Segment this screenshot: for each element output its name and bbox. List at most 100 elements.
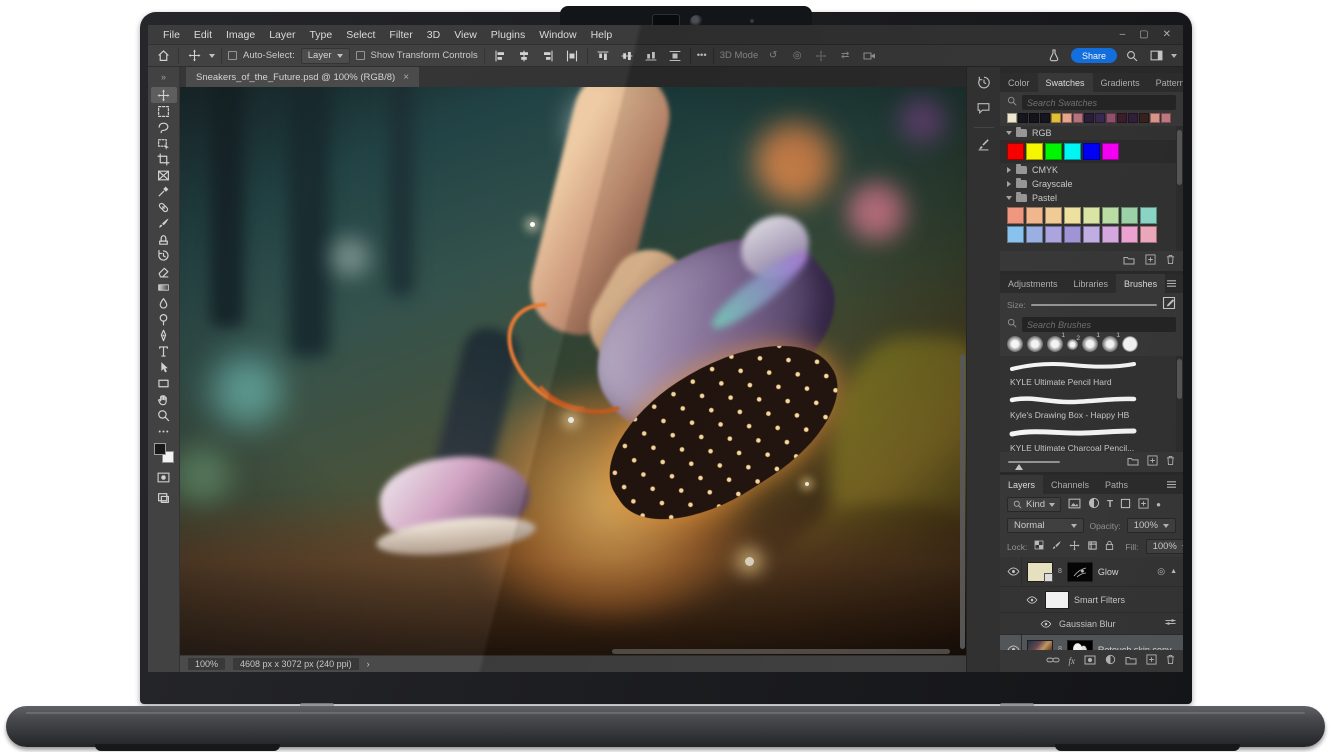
brushes-search-input[interactable] (1022, 317, 1176, 332)
swatch-group-cmyk[interactable]: CMYK (1000, 163, 1183, 177)
menu-help[interactable]: Help (584, 29, 620, 41)
swatch[interactable] (1106, 113, 1116, 123)
tab-swatches[interactable]: Swatches (1038, 73, 1093, 92)
document-tab[interactable]: Sneakers_of_the_Future.psd @ 100% (RGB/8… (186, 67, 419, 87)
align-left-edges-icon[interactable] (491, 48, 509, 64)
swatch[interactable] (1083, 226, 1100, 243)
distribute-vertical-icon[interactable] (666, 48, 684, 64)
tab-adjustments[interactable]: Adjustments (1000, 274, 1066, 293)
swatch-group-rgb[interactable]: RGB (1000, 126, 1183, 140)
visibility-eye-icon[interactable] (1006, 635, 1022, 650)
expand-triangle-icon[interactable] (1006, 196, 1012, 200)
new-group-folder-icon[interactable] (1123, 255, 1135, 268)
tool-spot-healing-brush[interactable] (151, 199, 177, 215)
swatches-search-field[interactable] (1027, 98, 1171, 108)
3d-orbit-icon[interactable]: ↺ (764, 48, 782, 64)
tool-brush[interactable] (151, 215, 177, 231)
tool-rectangular-marquee[interactable] (151, 103, 177, 119)
fill-dropdown[interactable]: 100% (1146, 539, 1183, 554)
brush-item[interactable]: Kyle's Drawing Box - Happy HB (1000, 391, 1183, 424)
comments-panel-icon[interactable] (977, 102, 990, 117)
swatch[interactable] (1007, 113, 1017, 123)
swatch[interactable] (1095, 113, 1105, 123)
brush-tip-soft[interactable] (1007, 336, 1023, 352)
3d-pan-icon[interactable] (812, 48, 830, 64)
3d-roll-icon[interactable]: ◎ (788, 48, 806, 64)
swatch[interactable] (1026, 207, 1043, 224)
swatch[interactable] (1064, 143, 1081, 160)
tab-gradients[interactable]: Gradients (1093, 73, 1148, 92)
swatch[interactable] (1121, 207, 1138, 224)
menu-edit[interactable]: Edit (187, 29, 219, 41)
brush-tip-soft[interactable]: 1 (1082, 336, 1098, 352)
new-group-folder-icon[interactable] (1125, 655, 1137, 668)
swatch[interactable] (1140, 226, 1157, 243)
swatch[interactable] (1083, 143, 1100, 160)
brush-tip-soft[interactable] (1027, 336, 1043, 352)
brush-size-slider[interactable] (1031, 304, 1157, 306)
opacity-dropdown[interactable]: 100% (1127, 518, 1176, 533)
restore-icon[interactable]: ▢ (1139, 29, 1148, 40)
minimize-icon[interactable]: – (1120, 29, 1126, 40)
layer-effects-fx-icon[interactable]: fx (1069, 656, 1076, 666)
filter-smart-objects-icon[interactable] (1138, 498, 1149, 512)
tool-history-brush[interactable] (151, 247, 177, 263)
align-bottom-edges-icon[interactable] (642, 48, 660, 64)
swatch[interactable] (1007, 226, 1024, 243)
search-icon[interactable] (1123, 48, 1141, 64)
tool-blur[interactable] (151, 295, 177, 311)
swatch[interactable] (1102, 143, 1119, 160)
link-layers-icon[interactable] (1046, 656, 1060, 667)
3d-camera-icon[interactable] (860, 48, 878, 64)
tool-gradient[interactable] (151, 279, 177, 295)
layer-thumbnail[interactable] (1027, 562, 1053, 582)
new-adjustment-layer-icon[interactable] (1105, 654, 1116, 668)
tool-zoom[interactable] (151, 407, 177, 423)
swatch-group-pastel[interactable]: Pastel (1000, 191, 1183, 205)
delete-layer-trash-icon[interactable] (1166, 654, 1175, 668)
tab-libraries[interactable]: Libraries (1066, 274, 1117, 293)
swatch[interactable] (1140, 207, 1157, 224)
move-tool-preset-icon[interactable] (185, 48, 203, 64)
menu-3d[interactable]: 3D (420, 29, 447, 41)
import-brushes-icon[interactable] (1162, 296, 1176, 313)
filter-name[interactable]: Gaussian Blur (1059, 619, 1116, 629)
delete-brush-trash-icon[interactable] (1166, 455, 1175, 469)
canvas[interactable] (180, 87, 966, 655)
blend-mode-dropdown[interactable]: Normal (1007, 518, 1084, 533)
swatch[interactable] (1139, 113, 1149, 123)
swatch[interactable] (1083, 207, 1100, 224)
swatch[interactable] (1117, 113, 1127, 123)
swatch[interactable] (1102, 207, 1119, 224)
swatch[interactable] (1102, 226, 1119, 243)
visibility-eye-icon[interactable] (1006, 557, 1022, 586)
layer-name[interactable]: Glow (1098, 567, 1119, 577)
layer-filter-dropdown[interactable]: Kind (1007, 497, 1061, 512)
canvas-horizontal-scrollbar[interactable] (612, 649, 950, 654)
layer-mask-thumbnail[interactable] (1067, 640, 1093, 651)
tool-move[interactable] (151, 87, 177, 103)
swatch[interactable] (1026, 226, 1043, 243)
tool-clone-stamp[interactable] (151, 231, 177, 247)
tool-eraser[interactable] (151, 263, 177, 279)
brush-tip-soft[interactable]: 1 (1047, 336, 1063, 352)
tab-channels[interactable]: Channels (1043, 475, 1097, 494)
swatch[interactable] (1121, 226, 1138, 243)
canvas-vertical-scrollbar[interactable] (960, 354, 965, 649)
panel-menu-icon[interactable] (1166, 274, 1183, 293)
expand-triangle-icon[interactable] (1007, 167, 1011, 173)
tool-rectangle-shape[interactable] (151, 375, 177, 391)
home-icon[interactable] (154, 48, 172, 64)
tool-crop[interactable] (151, 151, 177, 167)
align-horizontal-centers-icon[interactable] (515, 48, 533, 64)
swatch[interactable] (1064, 226, 1081, 243)
toolbar-collapse-icon[interactable]: » (161, 67, 166, 87)
brush-tip-hard[interactable] (1122, 336, 1138, 352)
smart-filter-badge-icon[interactable]: ◎ (1157, 566, 1165, 577)
align-vertical-centers-icon[interactable] (618, 48, 636, 64)
expand-triangle-icon[interactable] (1007, 181, 1011, 187)
brush-tip-soft[interactable]: 2 (1067, 339, 1078, 350)
tool-path-selection[interactable] (151, 359, 177, 375)
tool-hand[interactable] (151, 391, 177, 407)
smart-filters-thumbnail[interactable] (1045, 591, 1069, 609)
